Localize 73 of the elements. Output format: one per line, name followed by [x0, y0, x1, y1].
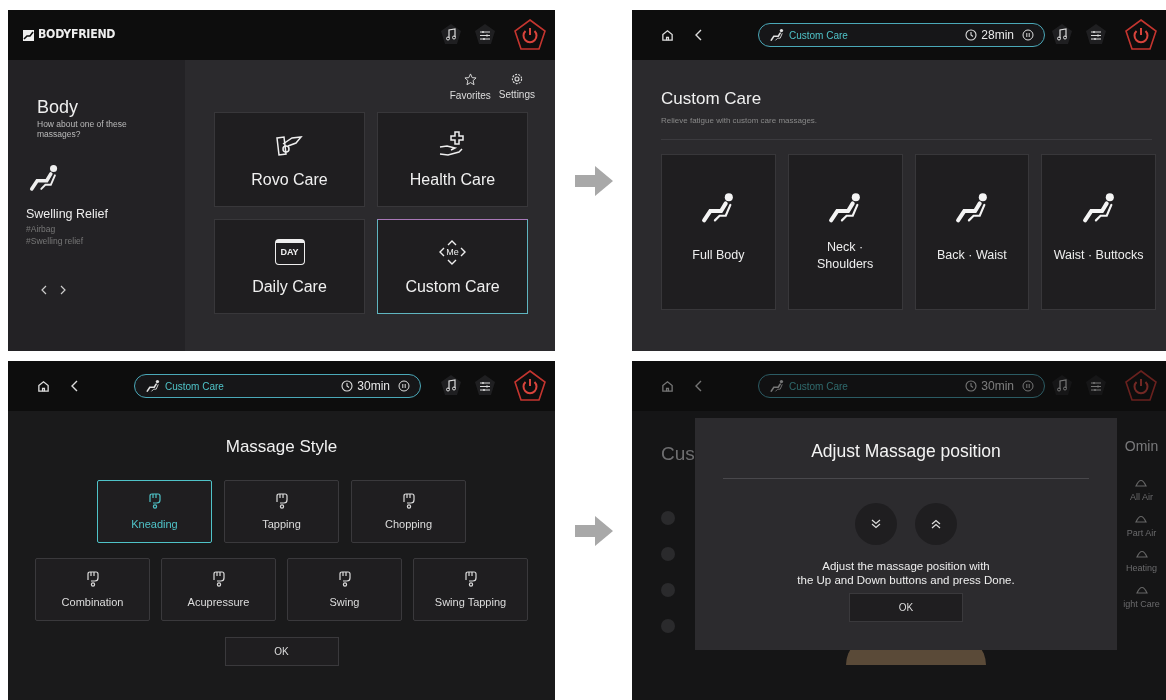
home-icon[interactable]: [661, 28, 674, 42]
logo-icon: [23, 29, 34, 41]
right-arrow-icon: [574, 515, 613, 546]
sliders-icon[interactable]: [473, 23, 497, 47]
body-area-card[interactable]: Back · Waist: [914, 153, 1030, 310]
shortcut-button[interactable]: Settings: [498, 73, 535, 103]
ok-button[interactable]: OK: [849, 593, 963, 623]
timer-text: 28min: [981, 27, 1014, 44]
chevron-right-icon[interactable]: [60, 285, 67, 296]
clock-icon: [341, 380, 354, 392]
home-icon[interactable]: [37, 379, 50, 393]
program-title: Swelling Relief: [26, 205, 109, 223]
feature-label: All Air: [1130, 491, 1153, 504]
back-icon[interactable]: [694, 29, 704, 41]
feature-label: Part Air: [1126, 526, 1157, 540]
massage-style-button[interactable]: Swing: [287, 557, 402, 621]
pause-icon[interactable]: [1022, 29, 1034, 41]
care-tile[interactable]: DAY Daily Care: [214, 219, 365, 314]
double-chevron-down-icon: [871, 519, 881, 530]
timer-text: Omin: [1124, 437, 1159, 456]
music-note-icon[interactable]: [439, 23, 463, 47]
body-area-card[interactable]: Full Body: [661, 153, 776, 310]
sliders-icon[interactable]: [473, 374, 497, 398]
clock-icon: [965, 29, 978, 41]
program-name: Custom Care: [165, 379, 224, 394]
right-arrow-icon: [574, 165, 613, 196]
massage-style-button[interactable]: Tapping: [224, 479, 339, 543]
music-note-icon[interactable]: [439, 374, 463, 398]
status-pill[interactable]: Custom Care 30min: [134, 374, 421, 398]
shortcut-button[interactable]: Favorites: [449, 73, 491, 103]
double-chevron-up-icon: [931, 519, 941, 530]
timer-text: 30min: [981, 378, 1014, 395]
chevron-left-icon[interactable]: [40, 285, 47, 296]
massage-style-button[interactable]: Swing Tapping: [413, 557, 528, 621]
section-subtitle: How about one of these massages?: [37, 118, 127, 139]
brand-logo: BODYFRIEND: [38, 26, 116, 44]
massage-style-button[interactable]: Combination: [35, 557, 150, 621]
care-tile[interactable]: Me Custom Care: [377, 219, 528, 314]
calendar-icon: DAY: [274, 238, 305, 265]
sliders-icon[interactable]: [1084, 374, 1108, 398]
feature-label: Heating: [1126, 562, 1157, 575]
dialog-message: Adjust the massage position with the Up and Down buttons and press Done.: [797, 559, 1015, 588]
program-name: Custom Care: [789, 28, 848, 43]
dialog-title: Adjust Massage position: [811, 440, 1001, 463]
clock-icon: [965, 380, 978, 392]
massage-style-button[interactable]: Acupressure: [161, 557, 276, 621]
section-title: Body: [37, 96, 80, 119]
body-area-card[interactable]: Waist · Buttocks: [1041, 153, 1156, 310]
sliders-icon[interactable]: [1084, 23, 1108, 47]
program-tag: #Airbag: [26, 223, 185, 236]
back-icon[interactable]: [70, 380, 80, 392]
pause-icon[interactable]: [398, 380, 410, 392]
status-pill[interactable]: Custom Care 28min: [758, 23, 1045, 47]
program-name: Custom Care: [789, 379, 848, 394]
massage-style-button[interactable]: Chopping: [351, 479, 466, 543]
care-tile[interactable]: Rovo Care: [214, 112, 365, 207]
page-title: Custom Care: [661, 88, 763, 110]
page-title: Cus: [661, 442, 695, 466]
power-icon[interactable]: [513, 18, 547, 52]
massage-style-button[interactable]: Kneading: [97, 479, 212, 543]
music-note-icon[interactable]: [1050, 23, 1074, 47]
star-icon: [463, 73, 477, 86]
feature-label: ight Care: [1123, 597, 1160, 611]
power-icon[interactable]: [1124, 18, 1158, 52]
page-title: Massage Style: [225, 436, 338, 458]
power-icon[interactable]: [513, 369, 547, 403]
ok-button[interactable]: OK: [224, 636, 339, 666]
page-subtitle: Relieve fatigue with custom care massages.: [661, 114, 819, 127]
timer-text: 30min: [357, 378, 390, 395]
body-area-card[interactable]: Neck · Shoulders: [787, 153, 903, 310]
program-tag: #Swelling relief: [26, 235, 185, 248]
settings-icon: [510, 73, 523, 85]
care-tile[interactable]: Health Care: [377, 112, 528, 207]
